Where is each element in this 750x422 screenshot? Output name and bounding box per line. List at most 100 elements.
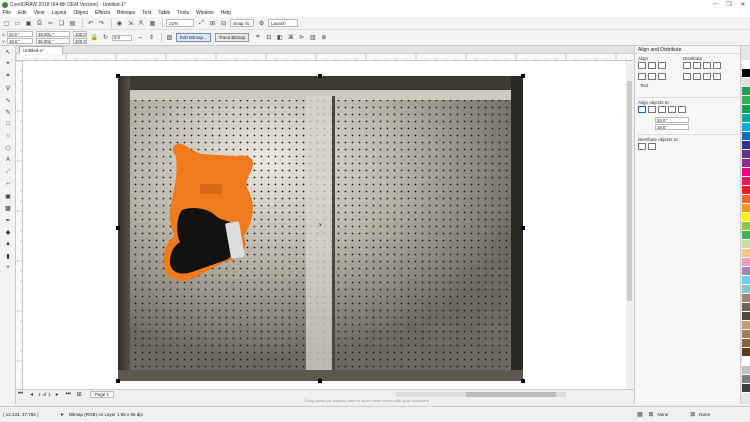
align-bottom-icon[interactable]	[658, 73, 666, 80]
palette-swatch[interactable]	[742, 195, 750, 204]
lock-ratio-icon[interactable]: 🔒	[90, 33, 99, 42]
bitmap-color-mask-icon[interactable]: ◧	[275, 33, 284, 42]
distribute-spacing-v-icon[interactable]	[703, 73, 711, 80]
freehand-tool-icon[interactable]: ∿	[0, 94, 16, 106]
zoom-tool-icon[interactable]: ⚲	[0, 82, 16, 94]
align-center-horizontal-icon[interactable]	[648, 62, 656, 69]
page-edge-icon[interactable]	[648, 106, 656, 113]
menu-text[interactable]: Text	[142, 10, 151, 16]
launch-button[interactable]: Launch	[268, 19, 298, 27]
add-page-icon[interactable]: ⊞	[75, 390, 84, 399]
menu-effects[interactable]: Effects	[95, 10, 110, 16]
snap-to-button[interactable]: Snap To	[230, 19, 254, 27]
bitmap-icon[interactable]: ▨	[165, 33, 174, 42]
palette-swatch[interactable]	[742, 87, 750, 96]
active-objects-icon[interactable]	[638, 106, 646, 113]
rectangle-tool-icon[interactable]: □	[0, 118, 16, 130]
palette-swatch[interactable]	[742, 249, 750, 258]
print-icon[interactable]: ⎙	[35, 19, 44, 28]
palette-swatch[interactable]	[742, 375, 750, 384]
parallel-dimension-tool-icon[interactable]: ⟋	[0, 166, 16, 178]
outline-pen-icon[interactable]: ▮	[0, 250, 16, 262]
color-eyedropper-tool-icon[interactable]: ✒	[0, 214, 16, 226]
selection-handle-top-right[interactable]	[521, 74, 525, 78]
distribute-extent-page-icon[interactable]	[648, 143, 656, 150]
palette-swatch[interactable]	[742, 132, 750, 141]
height-field[interactable]: 36.001 "	[36, 38, 70, 44]
palette-swatch[interactable]	[742, 141, 750, 150]
palette-swatch[interactable]	[742, 96, 750, 105]
width-field[interactable]: 48.001 "	[36, 31, 70, 37]
show-grid-icon[interactable]: ⊟	[219, 19, 228, 28]
mirror-horizontal-icon[interactable]: ⇔	[136, 33, 145, 42]
align-y-field[interactable]: 18.0 "	[655, 124, 689, 130]
palette-swatch[interactable]	[742, 231, 750, 240]
selection-handle-top[interactable]	[318, 74, 322, 78]
crop-bitmap-icon[interactable]: ⌗	[253, 33, 262, 42]
new-document-icon[interactable]: ▢	[2, 19, 11, 28]
palette-swatch[interactable]	[742, 168, 750, 177]
palette-swatch[interactable]	[742, 123, 750, 132]
palette-swatch[interactable]	[742, 357, 750, 366]
last-page-icon[interactable]: ⏭	[64, 390, 73, 399]
menu-window[interactable]: Window	[196, 10, 214, 16]
menu-view[interactable]: View	[34, 10, 45, 16]
pick-tool-icon[interactable]: ↖	[0, 46, 16, 58]
palette-swatch[interactable]	[742, 294, 750, 303]
align-x-field[interactable]: 24.0 "	[655, 117, 689, 123]
edit-outline-icon[interactable]: ⌘	[286, 33, 295, 42]
ellipse-tool-icon[interactable]: ○	[0, 130, 16, 142]
save-icon[interactable]: ▣	[24, 19, 33, 28]
transparency-tool-icon[interactable]: ▩	[0, 202, 16, 214]
document-tab[interactable]: Untitled-1*	[19, 46, 63, 54]
publish-pdf-icon[interactable]: ▦	[148, 19, 157, 28]
next-page-icon[interactable]: ▸	[53, 390, 62, 399]
menu-tools[interactable]: Tools	[177, 10, 189, 16]
export-icon[interactable]: ⇱	[137, 19, 146, 28]
palette-swatch[interactable]	[742, 213, 750, 222]
horizontal-scroll-thumb[interactable]	[466, 391, 556, 397]
color-proof-icon[interactable]: ▦	[635, 410, 644, 419]
minimize-button[interactable]: –	[708, 1, 722, 8]
palette-swatch[interactable]	[742, 267, 750, 276]
menu-help[interactable]: Help	[221, 10, 231, 16]
palette-swatch[interactable]	[742, 186, 750, 195]
menu-table[interactable]: Table	[158, 10, 170, 16]
palette-swatch[interactable]	[742, 330, 750, 339]
vertical-ruler[interactable]	[16, 60, 23, 389]
palette-swatch[interactable]	[742, 78, 750, 87]
shape-tool-icon[interactable]: ⌖	[0, 58, 16, 70]
text-tool-icon[interactable]: A	[0, 154, 16, 166]
palette-swatch[interactable]	[742, 105, 750, 114]
palette-swatch[interactable]	[742, 348, 750, 357]
add-tool-icon[interactable]: +	[0, 262, 16, 274]
align-left-icon[interactable]	[638, 62, 646, 69]
zoom-level-combo[interactable]: 22%	[166, 19, 194, 27]
palette-swatch[interactable]	[742, 114, 750, 123]
menu-layout[interactable]: Layout	[51, 10, 66, 16]
palette-swatch[interactable]	[742, 222, 750, 231]
palette-swatch[interactable]	[742, 276, 750, 285]
vertical-scroll-thumb[interactable]	[627, 81, 632, 301]
rotation-field[interactable]: 0.0	[112, 34, 132, 41]
page-center-icon[interactable]	[658, 106, 666, 113]
distribute-middle-icon[interactable]	[693, 73, 701, 80]
palette-swatch[interactable]	[742, 321, 750, 330]
distribute-left-icon[interactable]	[683, 62, 691, 69]
distribute-bottom-icon[interactable]	[713, 73, 721, 80]
distribute-spacing-h-icon[interactable]	[703, 62, 711, 69]
selection-handle-bottom-right[interactable]	[521, 379, 525, 383]
cut-icon[interactable]: ✂	[46, 19, 55, 28]
open-icon[interactable]: ▭	[13, 19, 22, 28]
distribute-right-icon[interactable]	[713, 62, 721, 69]
show-rulers-icon[interactable]: ⊞	[208, 19, 217, 28]
menu-edit[interactable]: Edit	[18, 10, 27, 16]
search-content-icon[interactable]: ◉	[115, 19, 124, 28]
maximize-button[interactable]: ❐	[722, 1, 736, 8]
connector-tool-icon[interactable]: ⌐	[0, 178, 16, 190]
menu-file[interactable]: File	[3, 10, 11, 16]
interactive-fill-tool-icon[interactable]: ◆	[0, 226, 16, 238]
vertical-scrollbar[interactable]	[626, 61, 634, 389]
grid-icon[interactable]	[668, 106, 676, 113]
palette-swatch[interactable]	[742, 60, 750, 69]
